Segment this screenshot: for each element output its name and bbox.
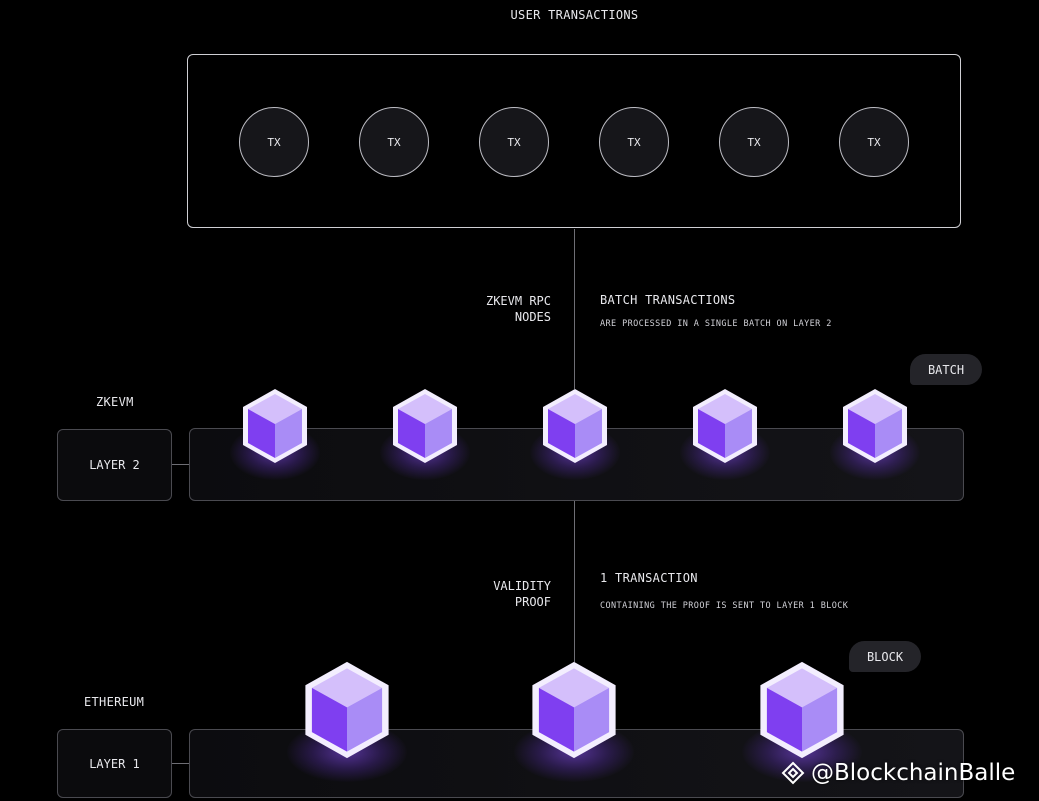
batch-desc-subtitle: ARE PROCESSED IN A SINGLE BATCH ON LAYER… (600, 319, 832, 329)
proof-desc-subtitle: CONTAINING THE PROOF IS SENT TO LAYER 1 … (600, 601, 849, 611)
watermark-text: @BlockchainBalle (811, 760, 1016, 786)
rpc-nodes-label-line2: NODES (514, 310, 551, 324)
batch-cube-icon (843, 389, 907, 463)
binance-diamond-icon (781, 761, 805, 785)
batch-cube-icon (393, 389, 457, 463)
layer1-tag: LAYER 1 (57, 729, 172, 798)
tx-node: TX (719, 107, 789, 177)
connector-line-top (574, 229, 575, 389)
layer2-connector (172, 464, 189, 465)
tx-node: TX (839, 107, 909, 177)
block-cube-icon (532, 661, 616, 759)
layer2-tag: LAYER 2 (57, 429, 172, 501)
layer1-network-label: ETHEREUM (84, 695, 145, 709)
block-pill: BLOCK (849, 641, 921, 672)
batch-cube-icon (693, 389, 757, 463)
batch-desc-title: BATCH TRANSACTIONS (600, 293, 736, 307)
layer1-connector (172, 763, 189, 764)
tx-node: TX (599, 107, 669, 177)
user-transactions-title: USER TRANSACTIONS (510, 8, 639, 22)
block-cube-icon (305, 661, 389, 759)
validity-proof-label-line1: VALIDITY (493, 579, 551, 593)
layer2-network-label: ZKEVM (96, 395, 134, 409)
tx-node: TX (239, 107, 309, 177)
batch-cube-icon (243, 389, 307, 463)
rpc-nodes-label: ZKEVM RPC NODES (486, 293, 551, 325)
connector-line-middle (574, 500, 575, 662)
block-cube-icon (760, 661, 844, 759)
batch-cube-icon (543, 389, 607, 463)
proof-desc-title: 1 TRANSACTION (600, 571, 698, 585)
watermark: @BlockchainBalle (781, 760, 1015, 786)
validity-proof-label: VALIDITY PROOF (493, 578, 551, 610)
tx-node: TX (479, 107, 549, 177)
validity-proof-label-line2: PROOF (514, 595, 551, 609)
rpc-nodes-label-line1: ZKEVM RPC (485, 294, 551, 308)
tx-node: TX (359, 107, 429, 177)
batch-pill: BATCH (910, 354, 982, 385)
